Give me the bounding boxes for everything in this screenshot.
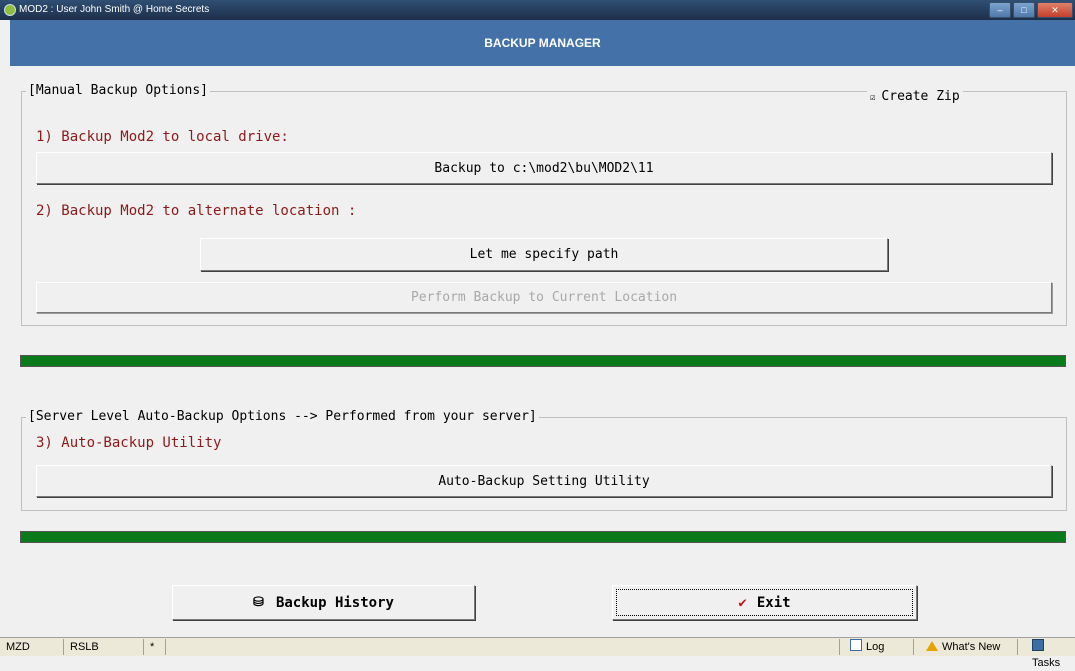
whats-new-button[interactable]: What's New xyxy=(914,639,1018,655)
maximize-icon[interactable]: □ xyxy=(1013,2,1035,18)
status-bar: MZD RSLB * Log What's New Tasks xyxy=(0,637,1075,669)
status-cell-rslb: RSLB xyxy=(64,639,144,655)
close-icon[interactable]: ✕ xyxy=(1037,2,1073,18)
checkbox-checked-icon: ☑ xyxy=(870,93,876,103)
status-cell-empty xyxy=(166,639,840,655)
log-label: Log xyxy=(866,641,885,653)
minimize-icon[interactable]: – xyxy=(989,2,1011,18)
warning-icon xyxy=(926,641,938,651)
backup-history-label: Backup History xyxy=(275,594,394,611)
specify-path-button[interactable]: Let me specify path xyxy=(200,238,888,271)
window-controls: – □ ✕ xyxy=(989,2,1075,18)
focus-rect xyxy=(616,589,913,616)
page-header: BACKUP MANAGER xyxy=(10,20,1075,66)
manual-backup-group-title: [Manual Backup Options] xyxy=(26,83,211,98)
step3-label: 3) Auto-Backup Utility xyxy=(36,435,222,451)
progress-bar-1-fill xyxy=(21,356,1065,366)
progress-bar-2 xyxy=(20,531,1066,543)
log-icon xyxy=(850,639,862,651)
backup-to-local-button[interactable]: Backup to c:\mod2\bu\MOD2\11 xyxy=(36,152,1052,184)
whats-new-label: What's New xyxy=(942,641,1001,653)
window-title: MOD2 : User John Smith @ Home Secrets xyxy=(19,4,210,15)
step1-label: 1) Backup Mod2 to local drive: xyxy=(36,129,289,145)
tasks-button[interactable]: Tasks xyxy=(1018,639,1075,669)
server-backup-group-title: [Server Level Auto-Backup Options --> Pe… xyxy=(26,409,539,424)
perform-backup-button[interactable]: Perform Backup to Current Location xyxy=(36,282,1052,313)
backup-history-button[interactable]: ⛁ Backup History xyxy=(172,585,475,620)
history-icon: ⛁ xyxy=(253,595,264,610)
status-cell-star: * xyxy=(144,639,166,655)
tasks-label: Tasks xyxy=(1032,657,1061,669)
tasks-icon xyxy=(1032,639,1044,651)
exit-button[interactable]: ✔ Exit xyxy=(612,585,917,620)
log-button[interactable]: Log xyxy=(840,639,914,655)
step2-label: 2) Backup Mod2 to alternate location : xyxy=(36,203,357,219)
create-zip-label: Create Zip xyxy=(881,89,960,104)
auto-backup-setting-button[interactable]: Auto-Backup Setting Utility xyxy=(36,465,1052,497)
progress-bar-1 xyxy=(20,355,1066,367)
status-cell-mzd: MZD xyxy=(0,639,64,655)
progress-bar-2-fill xyxy=(21,532,1065,542)
create-zip-checkbox[interactable]: ☑ Create Zip xyxy=(867,89,963,104)
app-icon xyxy=(4,4,16,16)
window-titlebar: MOD2 : User John Smith @ Home Secrets – … xyxy=(0,0,1075,20)
